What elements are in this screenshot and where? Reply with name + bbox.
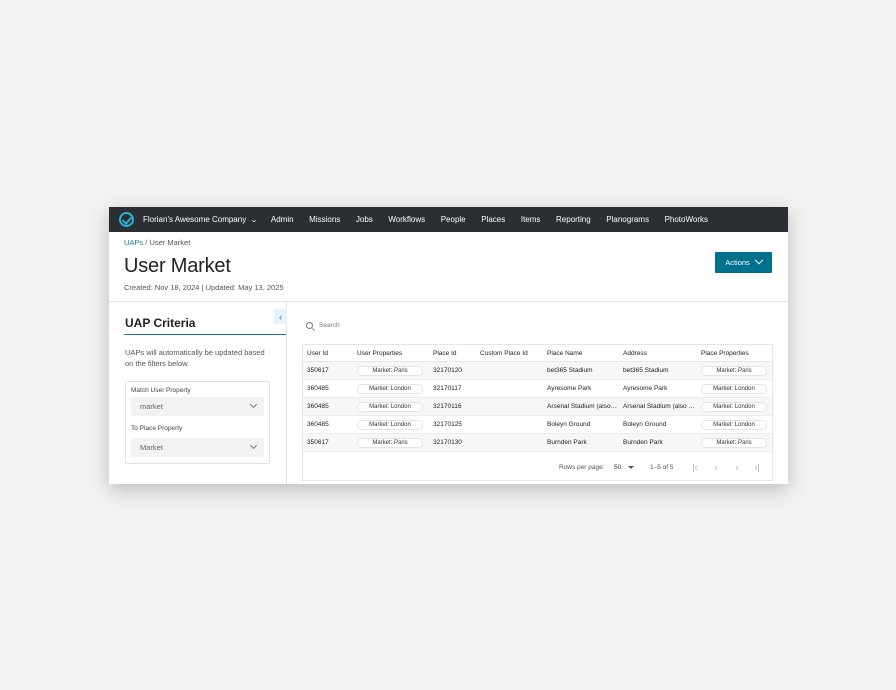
property-chip: Market: Paris xyxy=(701,365,767,376)
search-input[interactable]: Search xyxy=(302,317,344,333)
nav-item-places[interactable]: Places xyxy=(473,215,513,224)
criteria-panel: ‹ UAP Criteria UAPs will automatically b… xyxy=(109,302,287,484)
property-chip: Market: London xyxy=(357,419,423,430)
filter-box: Match User Property market To Place Prop… xyxy=(125,381,270,464)
criteria-underline xyxy=(124,334,286,335)
cell-place-id: 32170117 xyxy=(433,385,462,392)
col-header-place-id[interactable]: Place Id xyxy=(429,350,476,357)
cell-address: Burnden Park xyxy=(623,439,663,446)
page-range: 1–5 of 5 xyxy=(650,464,674,471)
chevron-down-icon xyxy=(249,441,258,450)
nav-item-planograms[interactable]: Planograms xyxy=(598,215,656,224)
cell-place-properties: Market: London xyxy=(697,401,772,412)
col-header-place-properties[interactable]: Place Properties xyxy=(697,350,772,357)
col-header-custom-place-id[interactable]: Custom Place Id xyxy=(476,350,543,357)
cell-user-properties: Market: Paris xyxy=(353,365,429,376)
cell-user-properties: Market: London xyxy=(353,383,429,394)
property-chip: Market: London xyxy=(357,383,423,394)
table-row[interactable]: 360485 Market: London 32170116 Arsenal S… xyxy=(303,398,772,416)
company-switcher[interactable]: Florian's Awesome Company ⌄ xyxy=(143,215,259,224)
cell-place-id: 32170125 xyxy=(433,421,462,428)
collapse-panel-button[interactable]: ‹ xyxy=(274,309,287,324)
table-header: User Id User Properties Place Id Custom … xyxy=(303,345,772,362)
nav-item-admin[interactable]: Admin xyxy=(263,215,301,224)
property-chip: Market: London xyxy=(701,401,767,412)
col-header-place-name[interactable]: Place Name xyxy=(543,350,619,357)
cell-place-name: Burnden Park xyxy=(547,439,587,446)
col-header-user-properties[interactable]: User Properties xyxy=(353,350,429,357)
chevron-down-icon: ⌄ xyxy=(250,216,259,224)
company-name: Florian's Awesome Company xyxy=(143,215,247,224)
table-row[interactable]: 360485 Market: London 32170125 Boleyn Gr… xyxy=(303,416,772,434)
next-page-icon[interactable]: › xyxy=(732,462,742,472)
cell-place-properties: Market: London xyxy=(697,383,772,394)
to-place-property-select[interactable]: Market xyxy=(131,438,264,457)
chevron-left-icon: ‹ xyxy=(279,311,282,322)
caret-down-icon[interactable] xyxy=(628,466,634,469)
property-chip: Market: Paris xyxy=(357,365,423,376)
match-user-property-label: Match User Property xyxy=(131,387,191,394)
criteria-description: UAPs will automatically be updated based… xyxy=(125,348,265,368)
cell-place-id: 32170116 xyxy=(433,403,462,410)
pagination: Rows per page: 50 1–5 of 5 |‹ ‹ › ›| xyxy=(303,455,774,481)
col-header-user-id[interactable]: User Id xyxy=(303,350,353,357)
cell-user-properties: Market: Paris xyxy=(353,437,429,448)
chevron-down-icon xyxy=(249,400,258,409)
cell-place-properties: Market: Paris xyxy=(697,365,772,376)
last-page-icon[interactable]: ›| xyxy=(752,462,762,472)
cell-user-id: 360485 xyxy=(307,403,329,410)
cell-user-id: 360485 xyxy=(307,421,329,428)
cell-address: bet365 Stadium xyxy=(623,367,669,374)
criteria-title: UAP Criteria xyxy=(125,316,196,330)
cell-user-properties: Market: London xyxy=(353,419,429,430)
cell-place-name: Ayresome Park xyxy=(547,385,592,392)
cell-address: Ayresome Park xyxy=(623,385,668,392)
to-place-property-value: Market xyxy=(140,443,163,452)
rows-per-page-label: Rows per page: xyxy=(559,464,605,471)
to-place-property-label: To Place Property xyxy=(131,425,183,432)
data-table: User Id User Properties Place Id Custom … xyxy=(302,344,773,481)
match-user-property-select[interactable]: market xyxy=(131,397,264,416)
header-divider xyxy=(109,232,788,302)
cell-user-id: 350617 xyxy=(307,439,329,446)
search-placeholder: Search xyxy=(319,321,340,329)
nav-item-jobs[interactable]: Jobs xyxy=(348,215,381,224)
nav-item-photoworks[interactable]: PhotoWorks xyxy=(657,215,716,224)
property-chip: Market: Paris xyxy=(701,437,767,448)
cell-user-properties: Market: London xyxy=(353,401,429,412)
nav-item-people[interactable]: People xyxy=(433,215,474,224)
nav-item-missions[interactable]: Missions xyxy=(301,215,348,224)
cell-user-id: 350617 xyxy=(307,367,329,374)
cell-place-name: Arsenal Stadium (also… xyxy=(547,403,618,410)
cell-address: Arsenal Stadium (also … xyxy=(623,403,695,410)
cell-place-name: bet365 Stadium xyxy=(547,367,593,374)
table-row[interactable]: 350617 Market: Paris 32170120 bet365 Sta… xyxy=(303,362,772,380)
cell-place-id: 32170120 xyxy=(433,367,462,374)
nav-item-workflows[interactable]: Workflows xyxy=(381,215,433,224)
col-header-address[interactable]: Address xyxy=(619,350,697,357)
cell-place-properties: Market: Paris xyxy=(697,437,772,448)
cell-place-name: Boleyn Ground xyxy=(547,421,591,428)
cell-place-id: 32170130 xyxy=(433,439,462,446)
app-window: Florian's Awesome Company ⌄ Admin Missio… xyxy=(109,207,788,484)
top-navbar: Florian's Awesome Company ⌄ Admin Missio… xyxy=(109,207,788,232)
property-chip: Market: London xyxy=(357,401,423,412)
property-chip: Market: London xyxy=(701,383,767,394)
table-row[interactable]: 350617 Market: Paris 32170130 Burnden Pa… xyxy=(303,434,772,452)
nav-item-items[interactable]: Items xyxy=(513,215,548,224)
nav-item-reporting[interactable]: Reporting xyxy=(548,215,598,224)
cell-user-id: 360485 xyxy=(307,385,329,392)
match-user-property-value: market xyxy=(140,402,163,411)
first-page-icon[interactable]: |‹ xyxy=(690,462,700,472)
cell-address: Boleyn Ground xyxy=(623,421,667,428)
search-icon xyxy=(306,321,313,329)
logo-check-icon[interactable] xyxy=(119,212,134,227)
property-chip: Market: London xyxy=(701,419,767,430)
prev-page-icon[interactable]: ‹ xyxy=(711,462,721,472)
property-chip: Market: Paris xyxy=(357,437,423,448)
cell-place-properties: Market: London xyxy=(697,419,772,430)
rows-per-page-select[interactable]: 50 xyxy=(614,464,621,471)
table-row[interactable]: 360485 Market: London 32170117 Ayresome … xyxy=(303,380,772,398)
